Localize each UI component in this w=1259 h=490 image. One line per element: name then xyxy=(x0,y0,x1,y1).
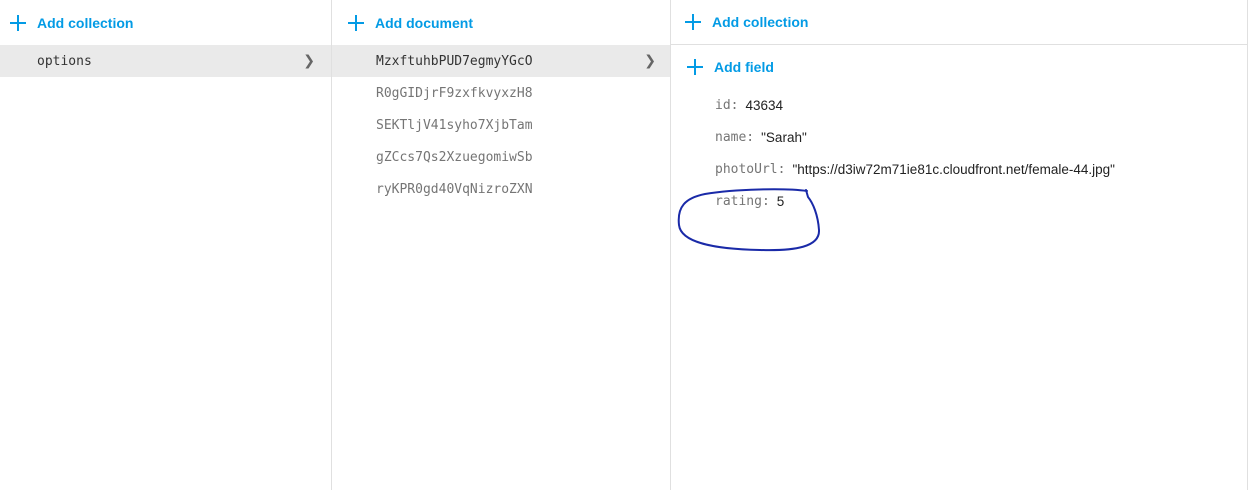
document-item-label: ryKPR0gd40VqNizroZXN xyxy=(376,181,533,197)
add-collection-button[interactable]: Add collection xyxy=(0,0,331,45)
scrollbar-track[interactable] xyxy=(1248,0,1259,490)
field-key: id: xyxy=(715,97,739,113)
field-value: 43634 xyxy=(745,97,784,113)
chevron-right-icon: ❯ xyxy=(303,53,315,69)
plus-icon xyxy=(687,59,703,75)
add-document-button[interactable]: Add document xyxy=(332,0,670,45)
field-row-rating[interactable]: rating: 5 xyxy=(671,185,1247,217)
add-collection-label: Add collection xyxy=(37,14,134,31)
documents-panel: Add document MzxftuhbPUD7egmyYGcO ❯ R0gG… xyxy=(332,0,671,490)
field-row-photourl[interactable]: photoUrl: "https://d3iw72m71ie81c.cloudf… xyxy=(671,153,1247,185)
field-value: "Sarah" xyxy=(761,129,807,145)
firestore-data-viewer: Add collection options ❯ Add document Mz… xyxy=(0,0,1259,490)
document-item[interactable]: MzxftuhbPUD7egmyYGcO ❯ xyxy=(332,45,670,77)
chevron-right-icon: ❯ xyxy=(644,53,656,69)
document-item-label: gZCcs7Qs2XzuegomiwSb xyxy=(376,149,533,165)
add-document-label: Add document xyxy=(375,14,473,31)
field-value: "https://d3iw72m71ie81c.cloudfront.net/f… xyxy=(792,161,1115,177)
plus-icon xyxy=(685,14,701,30)
fields-panel: Add collection Add field id: 43634 name:… xyxy=(671,0,1248,490)
add-field-button[interactable]: Add field xyxy=(671,45,1247,89)
add-field-label: Add field xyxy=(714,59,774,75)
plus-icon xyxy=(348,14,364,31)
document-item[interactable]: ryKPR0gd40VqNizroZXN xyxy=(332,173,670,205)
plus-icon xyxy=(10,14,26,31)
field-value: 5 xyxy=(776,193,785,209)
field-key: rating: xyxy=(715,193,770,209)
add-subcollection-button[interactable]: Add collection xyxy=(671,0,1247,45)
document-item-label: MzxftuhbPUD7egmyYGcO xyxy=(376,53,533,69)
document-item[interactable]: SEKTljV41syho7XjbTam xyxy=(332,109,670,141)
document-item-label: R0gGIDjrF9zxfkvyxzH8 xyxy=(376,85,533,101)
field-row-id[interactable]: id: 43634 xyxy=(671,89,1247,121)
document-item-label: SEKTljV41syho7XjbTam xyxy=(376,117,533,133)
document-item[interactable]: R0gGIDjrF9zxfkvyxzH8 xyxy=(332,77,670,109)
collection-item-options[interactable]: options ❯ xyxy=(0,45,331,77)
field-row-name[interactable]: name: "Sarah" xyxy=(671,121,1247,153)
document-item[interactable]: gZCcs7Qs2XzuegomiwSb xyxy=(332,141,670,173)
field-key: name: xyxy=(715,129,755,145)
collection-item-label: options xyxy=(37,53,92,69)
field-key: photoUrl: xyxy=(715,161,786,177)
collections-panel: Add collection options ❯ xyxy=(0,0,332,490)
add-subcollection-label: Add collection xyxy=(712,14,809,30)
